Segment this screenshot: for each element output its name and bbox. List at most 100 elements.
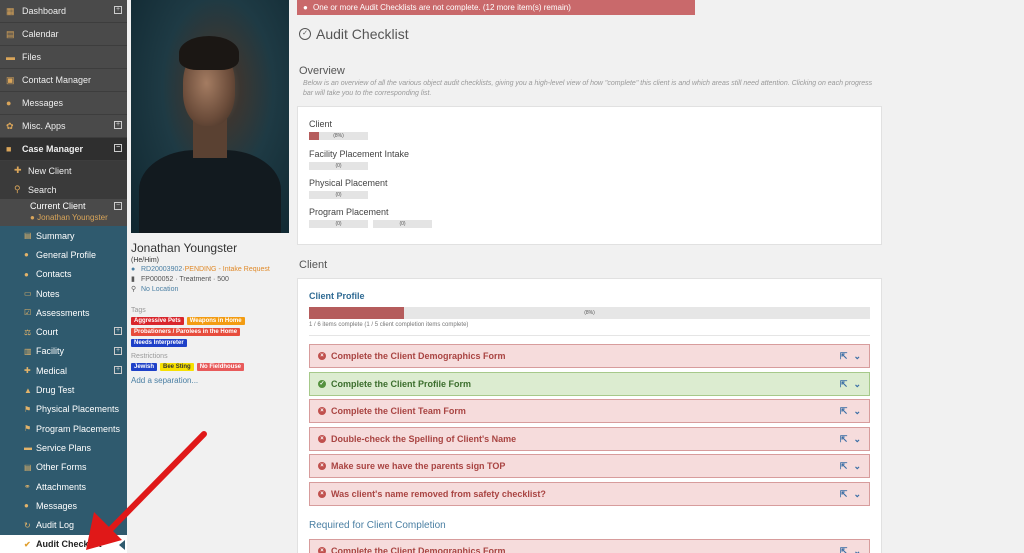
flag-icon: ⚑ xyxy=(24,424,32,434)
checklist-item[interactable]: × Make sure we have the parents sign TOP ⇱… xyxy=(309,454,870,478)
checklist-item[interactable]: × Complete the Client Team Form ⇱ ⌄ xyxy=(309,399,870,423)
overview-progress-bar[interactable]: (0) xyxy=(309,162,368,170)
nav-item-files[interactable]: ▬ Files xyxy=(0,46,127,69)
chevron-down-icon[interactable]: ⌄ xyxy=(853,406,861,417)
client-menu-item-label: Physical Placements xyxy=(36,404,120,415)
checklist-item[interactable]: × Complete the Client Demographics Form ⇱ ⌄ xyxy=(309,344,870,368)
client-menu-item-summary[interactable]: ▤ Summary xyxy=(0,226,127,245)
client-menu-item-audit-log[interactable]: ↻ Audit Log xyxy=(0,515,127,534)
checklist-item-label: Complete the Client Demographics Form xyxy=(331,546,506,553)
client-menu-item-drug-test[interactable]: ▲ Drug Test xyxy=(0,380,127,399)
external-link-icon[interactable]: ⇱ xyxy=(840,379,848,390)
case-item-search[interactable]: ⚲ Search xyxy=(0,180,127,199)
client-menu-item-physical-placements[interactable]: ⚑ Physical Placements xyxy=(0,400,127,419)
checklist-item[interactable]: ✓ Complete the Client Profile Form ⇱ ⌄ xyxy=(309,371,870,396)
add-separation-link[interactable]: Add a separation... xyxy=(131,376,289,385)
tags-label: Tags xyxy=(131,307,146,314)
expand-toggle[interactable]: + xyxy=(114,6,122,14)
overview-progress-fill xyxy=(309,132,320,140)
chevron-down-icon[interactable]: ⌄ xyxy=(853,379,861,390)
external-link-icon[interactable]: ⇱ xyxy=(840,406,848,417)
client-menu-item-label: General Profile xyxy=(36,249,97,260)
client-menu-item-court[interactable]: ⚖ Court + xyxy=(0,322,127,341)
nav-item-case-manager[interactable]: ■ Case Manager − xyxy=(0,138,127,161)
external-link-icon[interactable]: ⇱ xyxy=(840,434,848,445)
folder-icon: ▬ xyxy=(6,52,15,62)
chevron-down-icon[interactable]: ⌄ xyxy=(853,351,861,362)
case-manager-submenu: ✚ New Client ⚲ Search xyxy=(0,161,127,199)
overview-progress-bar[interactable]: (0) xyxy=(373,220,432,228)
overview-progress-bar[interactable]: (8%) xyxy=(309,132,368,140)
item-actions: ⇱ ⌄ xyxy=(840,351,861,362)
expand-toggle[interactable]: − xyxy=(114,144,122,152)
nav-item-misc-apps[interactable]: ✿ Misc. Apps + xyxy=(0,115,127,138)
client-menu-item-contacts[interactable]: ● Contacts xyxy=(0,265,127,284)
location-link[interactable]: No Location xyxy=(141,286,178,293)
checklist-item[interactable]: × Complete the Client Demographics Form ⇱ ⌄ xyxy=(309,539,870,553)
client-menu-item-general-profile[interactable]: ● General Profile xyxy=(0,245,127,264)
briefcase-icon: ■ xyxy=(6,144,12,154)
client-menu-item-attachments[interactable]: ⚭ Attachments xyxy=(0,477,127,496)
nav-item-label: Dashboard xyxy=(22,6,67,16)
collapse-toggle[interactable]: − xyxy=(114,202,122,210)
x-circle-icon: × xyxy=(318,434,326,443)
chevron-down-icon[interactable]: ⌄ xyxy=(853,489,861,500)
nav-item-calendar[interactable]: ▤ Calendar xyxy=(0,23,127,46)
users-icon: ● xyxy=(24,269,29,279)
nav-item-dashboard[interactable]: ▦ Dashboard + xyxy=(0,0,127,23)
folder-icon: ▬ xyxy=(24,443,32,453)
client-menu-item-audit-checklist[interactable]: ✔ Audit Checklist xyxy=(0,534,127,553)
chevron-down-icon[interactable]: ⌄ xyxy=(853,434,861,445)
expand-toggle[interactable]: + xyxy=(114,346,122,355)
current-client-name: ● Jonathan Youngster xyxy=(30,213,108,222)
checklist-item-label: Complete the Client Team Form xyxy=(331,406,466,416)
client-menu-item-program-placements[interactable]: ⚑ Program Placements xyxy=(0,419,127,438)
case-item-label: Search xyxy=(28,184,57,195)
page-title-text: Audit Checklist xyxy=(316,26,409,42)
file-icon: ▮ xyxy=(131,276,135,283)
client-menu-item-notes[interactable]: ▭ Notes xyxy=(0,284,127,303)
client-menu-item-service-plans[interactable]: ▬ Service Plans xyxy=(0,438,127,457)
client-id-link[interactable]: RD20003902 xyxy=(141,266,182,273)
x-circle-icon: × xyxy=(318,407,326,415)
client-progress-fill xyxy=(309,307,405,319)
client-profile-card: Jonathan Youngster (He/Him) ● RD20003902… xyxy=(131,0,289,385)
client-menu-item-medical[interactable]: ✚ Medical + xyxy=(0,361,127,380)
expand-toggle[interactable]: + xyxy=(114,327,122,336)
current-client[interactable]: Current Client ● Jonathan Youngster − xyxy=(0,199,127,226)
overview-progress-bar[interactable]: (0) xyxy=(309,220,368,228)
expand-toggle[interactable]: + xyxy=(114,121,122,129)
client-menu-item-other-forms[interactable]: ▤ Other Forms xyxy=(0,458,127,477)
client-menu-item-assessments[interactable]: ☑ Assessments xyxy=(0,303,127,322)
client-menu-item-label: Facility xyxy=(36,346,65,357)
refresh-icon: ↻ xyxy=(24,520,31,530)
client-profile-title[interactable]: Client Profile xyxy=(309,291,365,301)
nav-item-label: Messages xyxy=(22,98,64,108)
nav-item-messages[interactable]: ● Messages xyxy=(0,92,127,115)
overview-heading: Overview xyxy=(299,65,345,77)
chevron-down-icon[interactable]: ⌄ xyxy=(853,546,861,553)
contact-card-icon: ▣ xyxy=(6,74,15,85)
nav-item-contact-manager[interactable]: ▣ Contact Manager xyxy=(0,69,127,92)
item-actions: ⇱ ⌄ xyxy=(840,434,861,445)
checklist-item[interactable]: × Was client's name removed from safety c… xyxy=(309,481,870,506)
tag-badge: Weapons in Home xyxy=(186,317,245,325)
expand-toggle[interactable]: + xyxy=(114,366,122,375)
external-link-icon[interactable]: ⇱ xyxy=(840,546,848,553)
client-progress-bar[interactable]: (8%) xyxy=(309,307,870,319)
external-link-icon[interactable]: ⇱ xyxy=(840,351,848,362)
overview-panel: Client (8%) Facility Placement Intake (0) Ph… xyxy=(297,106,882,245)
external-link-icon[interactable]: ⇱ xyxy=(840,461,848,472)
client-menu-item-messages[interactable]: ● Messages xyxy=(0,496,127,515)
client-menu-item-facility[interactable]: ▥ Facility + xyxy=(0,342,127,361)
external-link-icon[interactable]: ⇱ xyxy=(840,489,848,500)
checklist-item[interactable]: × Double-check the Spelling of Client's N… xyxy=(309,426,870,451)
check-circle-icon: ✓ xyxy=(299,28,311,40)
chevron-down-icon[interactable]: ⌄ xyxy=(853,461,861,472)
overview-progress-bar[interactable]: (0) xyxy=(309,191,368,199)
client-menu-item-label: Medical xyxy=(36,365,68,376)
case-item-new-client[interactable]: ✚ New Client xyxy=(0,161,127,180)
overview-progress-text: (0) xyxy=(399,221,406,227)
client-menu-item-label: Audit Log xyxy=(36,520,75,531)
nav-item-label: Case Manager xyxy=(22,144,84,154)
